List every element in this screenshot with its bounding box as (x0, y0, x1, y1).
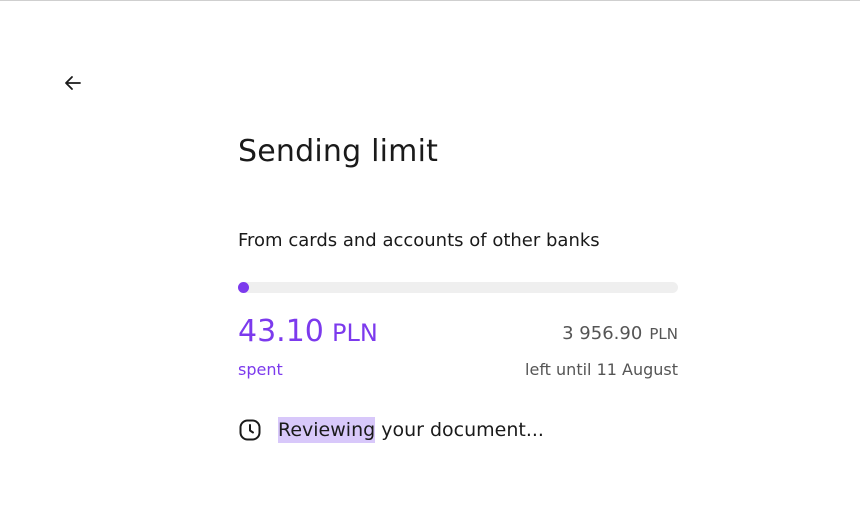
spent-value: 43.10 (238, 314, 324, 349)
page-title: Sending limit (238, 134, 439, 169)
limit-progress-bar (238, 282, 678, 293)
spent-amount: 43.10 PLN (238, 314, 378, 349)
spent-currency: PLN (331, 319, 378, 347)
remaining-label: left until 11 August (525, 360, 678, 379)
back-button[interactable] (58, 70, 88, 100)
remaining-currency: PLN (649, 325, 678, 343)
review-status: Reviewing your document... (238, 414, 544, 446)
status-text: your document... (375, 419, 544, 441)
spent-label: spent (238, 360, 283, 379)
clock-icon (238, 418, 262, 442)
arrow-left-icon (63, 73, 83, 97)
status-highlighted-text: Reviewing (278, 417, 376, 443)
limit-subtitle: From cards and accounts of other banks (238, 230, 600, 251)
remaining-amount: 3 956.90 PLN (562, 323, 678, 344)
limit-progress-fill (238, 282, 249, 293)
remaining-value: 3 956.90 (562, 323, 643, 344)
top-divider (0, 0, 860, 1)
